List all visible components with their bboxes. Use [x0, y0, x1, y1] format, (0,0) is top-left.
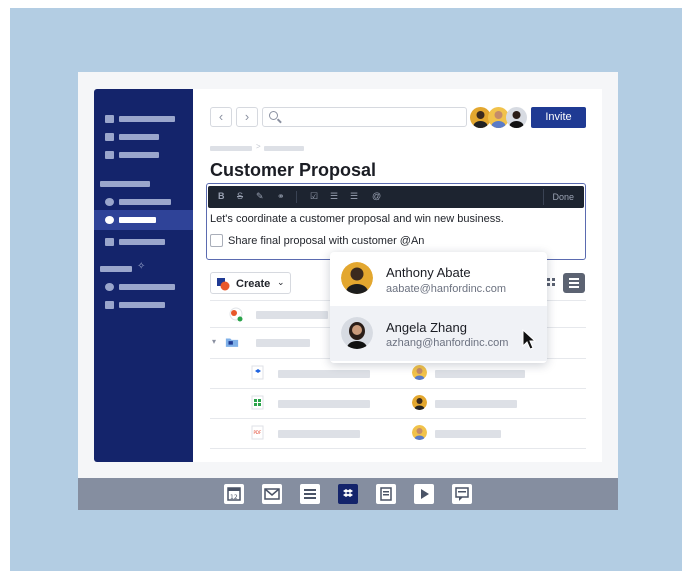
task-text: Share final proposal with customer @An: [228, 235, 425, 247]
document-icon[interactable]: [376, 484, 396, 504]
sidebar-item-paper[interactable]: [94, 210, 193, 230]
spreadsheet-icon: [251, 395, 264, 410]
task-checkbox[interactable]: [210, 234, 223, 247]
bullet-list-icon[interactable]: ☰: [330, 191, 338, 202]
mention-name: Angela Zhang: [386, 320, 467, 335]
sidebar-item-starred[interactable]: [94, 148, 193, 162]
sidebar-section-2: ✧: [94, 261, 193, 276]
mail-icon[interactable]: [262, 484, 282, 504]
list-icon[interactable]: [300, 484, 320, 504]
create-label: Create: [236, 278, 271, 290]
create-icon: [217, 278, 230, 291]
search-icon: [269, 111, 278, 120]
bold-icon[interactable]: B: [218, 191, 225, 201]
mention-email: azhang@hanfordinc.com: [386, 337, 509, 349]
search-input[interactable]: [262, 107, 467, 127]
avatar: [341, 262, 373, 294]
folder-icon: [105, 238, 114, 246]
checkbox-icon[interactable]: ☑: [310, 191, 318, 202]
sidebar-item-shared[interactable]: [94, 280, 193, 294]
mention-name: Anthony Abate: [386, 265, 471, 280]
chevron-down-icon: ⌄: [277, 277, 285, 287]
grid-icon: [105, 115, 114, 123]
page-title: Customer Proposal: [210, 160, 377, 180]
chevron-right-icon: ›: [244, 109, 250, 124]
chevron-left-icon: ‹: [218, 109, 224, 124]
sidebar-item-folders[interactable]: [94, 235, 193, 249]
body-text: Let's coordinate a customer proposal and…: [210, 213, 504, 225]
sidebar-item-archive[interactable]: [94, 298, 193, 312]
folder-icon: [225, 338, 239, 347]
invite-button[interactable]: Invite: [531, 107, 586, 128]
circle-icon: [105, 198, 114, 206]
highlighter-icon[interactable]: ✎: [256, 191, 264, 202]
sidebar-item-home[interactable]: [94, 112, 193, 126]
paper-doc-icon: [229, 307, 243, 322]
done-button[interactable]: Done: [552, 192, 574, 202]
sidebar-item-files[interactable]: [94, 195, 193, 209]
forward-button[interactable]: ›: [236, 107, 258, 127]
cursor-icon: [522, 329, 537, 350]
avatar: [412, 395, 427, 410]
sidebar: ✧: [94, 89, 193, 462]
format-toolbar: B S ✎ ⚭ ☑ ☰ ☰ @ Done: [208, 186, 584, 208]
link-icon[interactable]: ⚭: [277, 191, 285, 202]
svg-text:12: 12: [230, 494, 238, 501]
mention-email: aabate@hanfordinc.com: [386, 283, 507, 295]
mention-icon[interactable]: @: [372, 191, 381, 201]
list-icon: [569, 278, 579, 288]
create-button[interactable]: Create ⌄: [210, 272, 291, 294]
circle-icon: [105, 283, 114, 291]
svg-text:PDF: PDF: [254, 430, 262, 435]
sidebar-section: [94, 177, 193, 191]
numbered-list-icon[interactable]: ☰: [350, 191, 358, 202]
avatar: [412, 365, 427, 380]
chevron-down-icon: ▾: [212, 337, 217, 346]
dropbox-file-icon: [251, 365, 264, 380]
person-icon: [105, 133, 114, 141]
sidebar-item-people[interactable]: [94, 130, 193, 144]
avatar: [412, 425, 427, 440]
play-icon[interactable]: [414, 484, 434, 504]
pdf-icon: PDF: [251, 425, 264, 440]
folder-icon: [105, 301, 114, 309]
sparkle-icon: ✧: [137, 261, 146, 272]
dropbox-icon: [105, 216, 114, 224]
strikethrough-icon[interactable]: S: [237, 191, 243, 201]
avatar[interactable]: [506, 107, 527, 128]
star-icon: [105, 151, 114, 159]
dropbox-icon[interactable]: [338, 484, 358, 504]
avatar: [341, 317, 373, 349]
chat-icon[interactable]: [452, 484, 472, 504]
list-view-button[interactable]: [563, 273, 585, 293]
back-button[interactable]: ‹: [210, 107, 232, 127]
calendar-icon[interactable]: 12: [224, 484, 244, 504]
